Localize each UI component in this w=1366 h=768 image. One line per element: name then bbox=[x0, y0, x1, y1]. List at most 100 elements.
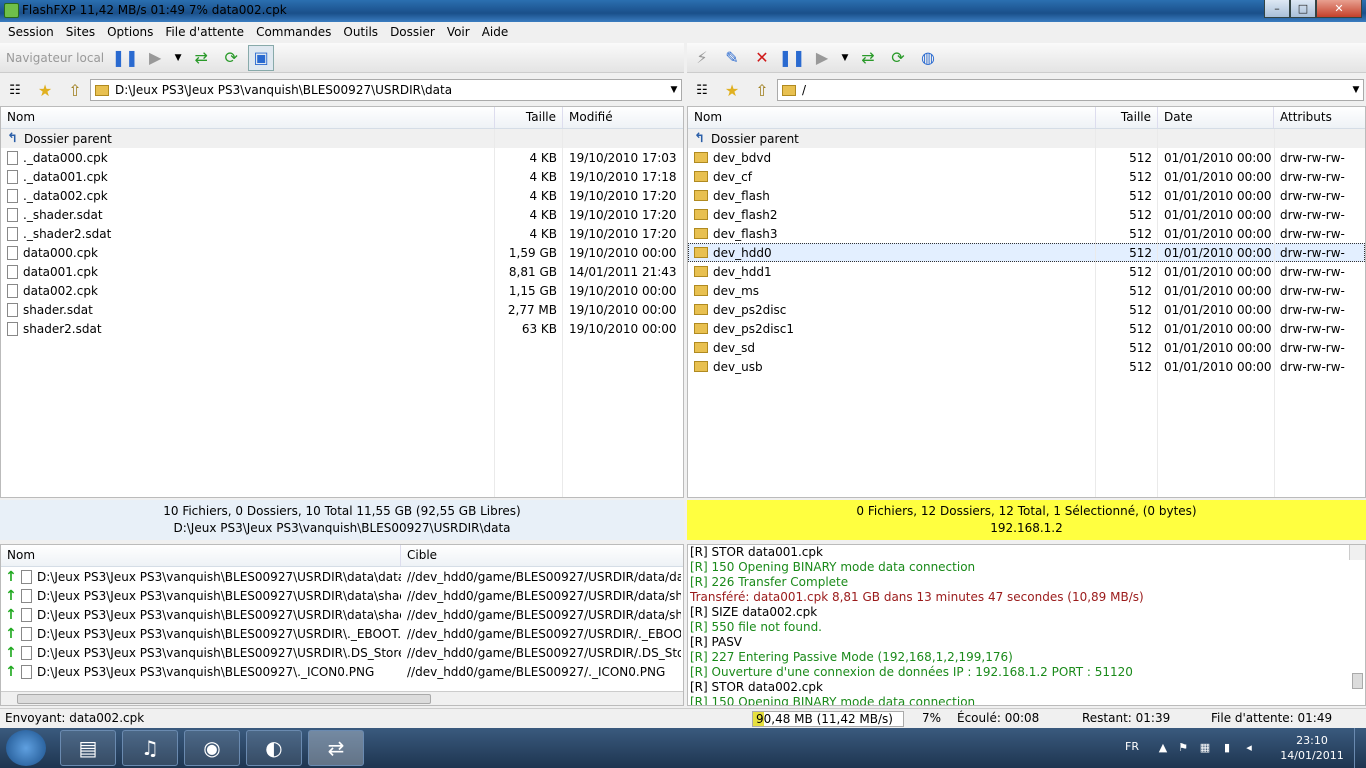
show-desktop-button[interactable] bbox=[1354, 728, 1366, 768]
parent-folder-row[interactable]: ↰ Dossier parent bbox=[688, 129, 1365, 148]
chrome-taskbar-icon[interactable]: ◉ bbox=[184, 730, 240, 766]
menu-view[interactable]: Voir bbox=[441, 25, 476, 39]
menu-options[interactable]: Options bbox=[101, 25, 159, 39]
volume-icon[interactable]: ◂ bbox=[1242, 741, 1256, 755]
queue-target: //dev_hdd0/game/BLES00927/USRDIR/data/da… bbox=[407, 569, 681, 584]
folder-row[interactable]: dev_ps2disc 512 01/01/2010 00:00 drw-rw-rw- bbox=[688, 300, 1365, 319]
queue-row[interactable]: ↑ D:\Jeux PS3\Jeux PS3\vanquish\BLES00927… bbox=[1, 605, 683, 624]
file-row[interactable]: ._data001.cpk 4 KB 19/10/2010 17:18 bbox=[1, 167, 683, 186]
scrollbar-thumb[interactable] bbox=[1352, 673, 1363, 689]
column-header-name[interactable]: Nom bbox=[1, 107, 495, 128]
parent-folder-icon[interactable]: ⇧ bbox=[749, 77, 775, 103]
session-log[interactable]: [R] STOR data001.cpk [R] 150 Opening BINA… bbox=[687, 544, 1366, 706]
column-header-modified[interactable]: Modifié bbox=[563, 107, 683, 128]
folder-row[interactable]: dev_cf 512 01/01/2010 00:00 drw-rw-rw- bbox=[688, 167, 1365, 186]
taskbar-clock[interactable]: 23:10 14/01/2011 bbox=[1280, 733, 1344, 763]
folder-row[interactable]: dev_flash2 512 01/01/2010 00:00 drw-rw-rw- bbox=[688, 205, 1365, 224]
folder-row[interactable]: dev_flash 512 01/01/2010 00:00 drw-rw-rw- bbox=[688, 186, 1365, 205]
show-hidden-icons-icon[interactable]: ▲ bbox=[1156, 741, 1170, 755]
local-file-list[interactable]: Nom Taille Modifié ↰ Dossier parent ._da… bbox=[0, 106, 684, 498]
menu-tools[interactable]: Outils bbox=[337, 25, 384, 39]
menu-folder[interactable]: Dossier bbox=[384, 25, 441, 39]
log-vertical-scrollbar[interactable] bbox=[1349, 545, 1365, 689]
transfer-icon[interactable]: ▶ bbox=[142, 45, 168, 71]
network-icon[interactable]: ▦ bbox=[1198, 741, 1212, 755]
connect-icon[interactable]: ⚡ bbox=[689, 45, 715, 71]
dropdown-arrow-icon[interactable]: ▼ bbox=[839, 45, 851, 71]
column-header-date[interactable]: Date bbox=[1158, 107, 1274, 128]
scrollbar-thumb[interactable] bbox=[17, 694, 431, 704]
dropdown-arrow-icon[interactable]: ▼ bbox=[172, 45, 184, 71]
favorites-star-icon[interactable]: ★ bbox=[32, 77, 58, 103]
menu-session[interactable]: Session bbox=[2, 25, 60, 39]
local-path-combo[interactable]: D:\Jeux PS3\Jeux PS3\vanquish\BLES00927\… bbox=[90, 79, 682, 101]
folder-row[interactable]: dev_bdvd 512 01/01/2010 00:00 drw-rw-rw- bbox=[688, 148, 1365, 167]
start-button[interactable] bbox=[6, 730, 46, 766]
tree-view-icon[interactable]: ☷ bbox=[2, 77, 28, 103]
column-header-size[interactable]: Taille bbox=[495, 107, 563, 128]
folder-row[interactable]: dev_sd 512 01/01/2010 00:00 drw-rw-rw- bbox=[688, 338, 1365, 357]
close-button[interactable]: ✕ bbox=[1316, 0, 1362, 18]
menu-help[interactable]: Aide bbox=[476, 25, 515, 39]
transfer-icon[interactable]: ▶ bbox=[809, 45, 835, 71]
file-row[interactable]: ._data002.cpk 4 KB 19/10/2010 17:20 bbox=[1, 186, 683, 205]
parent-folder-row[interactable]: ↰ Dossier parent bbox=[1, 129, 683, 148]
fxp-transfer-icon[interactable]: ⇄ bbox=[855, 45, 881, 71]
menu-sites[interactable]: Sites bbox=[60, 25, 101, 39]
explorer-taskbar-icon[interactable]: ▤ bbox=[60, 730, 116, 766]
fxp-transfer-icon[interactable]: ⇄ bbox=[188, 45, 214, 71]
parent-folder-icon[interactable]: ⇧ bbox=[62, 77, 88, 103]
queue-horizontal-scrollbar[interactable] bbox=[1, 691, 683, 705]
file-row[interactable]: data001.cpk 8,81 GB 14/01/2011 21:43 bbox=[1, 262, 683, 281]
file-row[interactable]: ._shader.sdat 4 KB 19/10/2010 17:20 bbox=[1, 205, 683, 224]
queue-row[interactable]: ↑ D:\Jeux PS3\Jeux PS3\vanquish\BLES00927… bbox=[1, 624, 683, 643]
queue-row[interactable]: ↑ D:\Jeux PS3\Jeux PS3\vanquish\BLES00927… bbox=[1, 567, 683, 586]
pause-icon[interactable]: ❚❚ bbox=[779, 45, 806, 71]
flag-icon[interactable]: ⚑ bbox=[1176, 741, 1190, 755]
refresh-icon[interactable]: ⟳ bbox=[218, 45, 244, 71]
queue-row[interactable]: ↑ D:\Jeux PS3\Jeux PS3\vanquish\BLES00927… bbox=[1, 662, 683, 681]
firefox-taskbar-icon[interactable]: ◐ bbox=[246, 730, 302, 766]
queue-column-target[interactable]: Cible bbox=[401, 545, 683, 566]
queue-row[interactable]: ↑ D:\Jeux PS3\Jeux PS3\vanquish\BLES00927… bbox=[1, 586, 683, 605]
queue-column-name[interactable]: Nom bbox=[1, 545, 401, 566]
language-indicator[interactable]: FR bbox=[1125, 740, 1139, 753]
power-icon[interactable]: ▮ bbox=[1220, 741, 1234, 755]
folder-row[interactable]: dev_flash3 512 01/01/2010 00:00 drw-rw-rw- bbox=[688, 224, 1365, 243]
menu-queue[interactable]: File d'attente bbox=[159, 25, 250, 39]
chevron-down-icon[interactable]: ▼ bbox=[1349, 85, 1363, 95]
local-browse-icon[interactable]: ▣ bbox=[248, 44, 275, 71]
refresh-icon[interactable]: ⟳ bbox=[885, 45, 911, 71]
favorites-star-icon[interactable]: ★ bbox=[719, 77, 745, 103]
remote-file-list[interactable]: Nom Taille Date Attributs ↰ Dossier pare… bbox=[687, 106, 1366, 498]
column-header-attributes[interactable]: Attributs bbox=[1274, 107, 1365, 128]
globe-icon[interactable]: ◍ bbox=[915, 45, 941, 71]
folder-row[interactable]: dev_hdd1 512 01/01/2010 00:00 drw-rw-rw- bbox=[688, 262, 1365, 281]
folder-attributes: drw-rw-rw- bbox=[1280, 302, 1345, 317]
column-header-size[interactable]: Taille bbox=[1096, 107, 1158, 128]
folder-row[interactable]: dev_ms 512 01/01/2010 00:00 drw-rw-rw- bbox=[688, 281, 1365, 300]
file-row[interactable]: data000.cpk 1,59 GB 19/10/2010 00:00 bbox=[1, 243, 683, 262]
file-row[interactable]: shader.sdat 2,77 MB 19/10/2010 00:00 bbox=[1, 300, 683, 319]
disconnect-icon[interactable]: ✕ bbox=[749, 45, 775, 71]
maximize-button[interactable]: □ bbox=[1290, 0, 1316, 18]
column-header-name[interactable]: Nom bbox=[688, 107, 1096, 128]
file-row[interactable]: shader2.sdat 63 KB 19/10/2010 00:00 bbox=[1, 319, 683, 338]
folder-row[interactable]: dev_usb 512 01/01/2010 00:00 drw-rw-rw- bbox=[688, 357, 1365, 376]
transfer-queue[interactable]: Nom Cible ↑ D:\Jeux PS3\Jeux PS3\vanquish… bbox=[0, 544, 684, 706]
remote-path-combo[interactable]: / ▼ bbox=[777, 79, 1364, 101]
folder-row[interactable]: dev_ps2disc1 512 01/01/2010 00:00 drw-rw-rw… bbox=[688, 319, 1365, 338]
file-row[interactable]: ._data000.cpk 4 KB 19/10/2010 17:03 bbox=[1, 148, 683, 167]
menu-commands[interactable]: Commandes bbox=[250, 25, 337, 39]
queue-row[interactable]: ↑ D:\Jeux PS3\Jeux PS3\vanquish\BLES00927… bbox=[1, 643, 683, 662]
minimize-button[interactable]: – bbox=[1264, 0, 1290, 18]
file-row[interactable]: data002.cpk 1,15 GB 19/10/2010 00:00 bbox=[1, 281, 683, 300]
flashfxp-taskbar-icon[interactable]: ⇄ bbox=[308, 730, 364, 766]
pause-icon[interactable]: ❚❚ bbox=[112, 45, 139, 71]
quick-connect-icon[interactable]: ✎ bbox=[719, 45, 745, 71]
file-row[interactable]: ._shader2.sdat 4 KB 19/10/2010 17:20 bbox=[1, 224, 683, 243]
chevron-down-icon[interactable]: ▼ bbox=[667, 85, 681, 95]
itunes-taskbar-icon[interactable]: ♫ bbox=[122, 730, 178, 766]
tree-view-icon[interactable]: ☷ bbox=[689, 77, 715, 103]
folder-row[interactable]: dev_hdd0 512 01/01/2010 00:00 drw-rw-rw- bbox=[688, 243, 1365, 262]
